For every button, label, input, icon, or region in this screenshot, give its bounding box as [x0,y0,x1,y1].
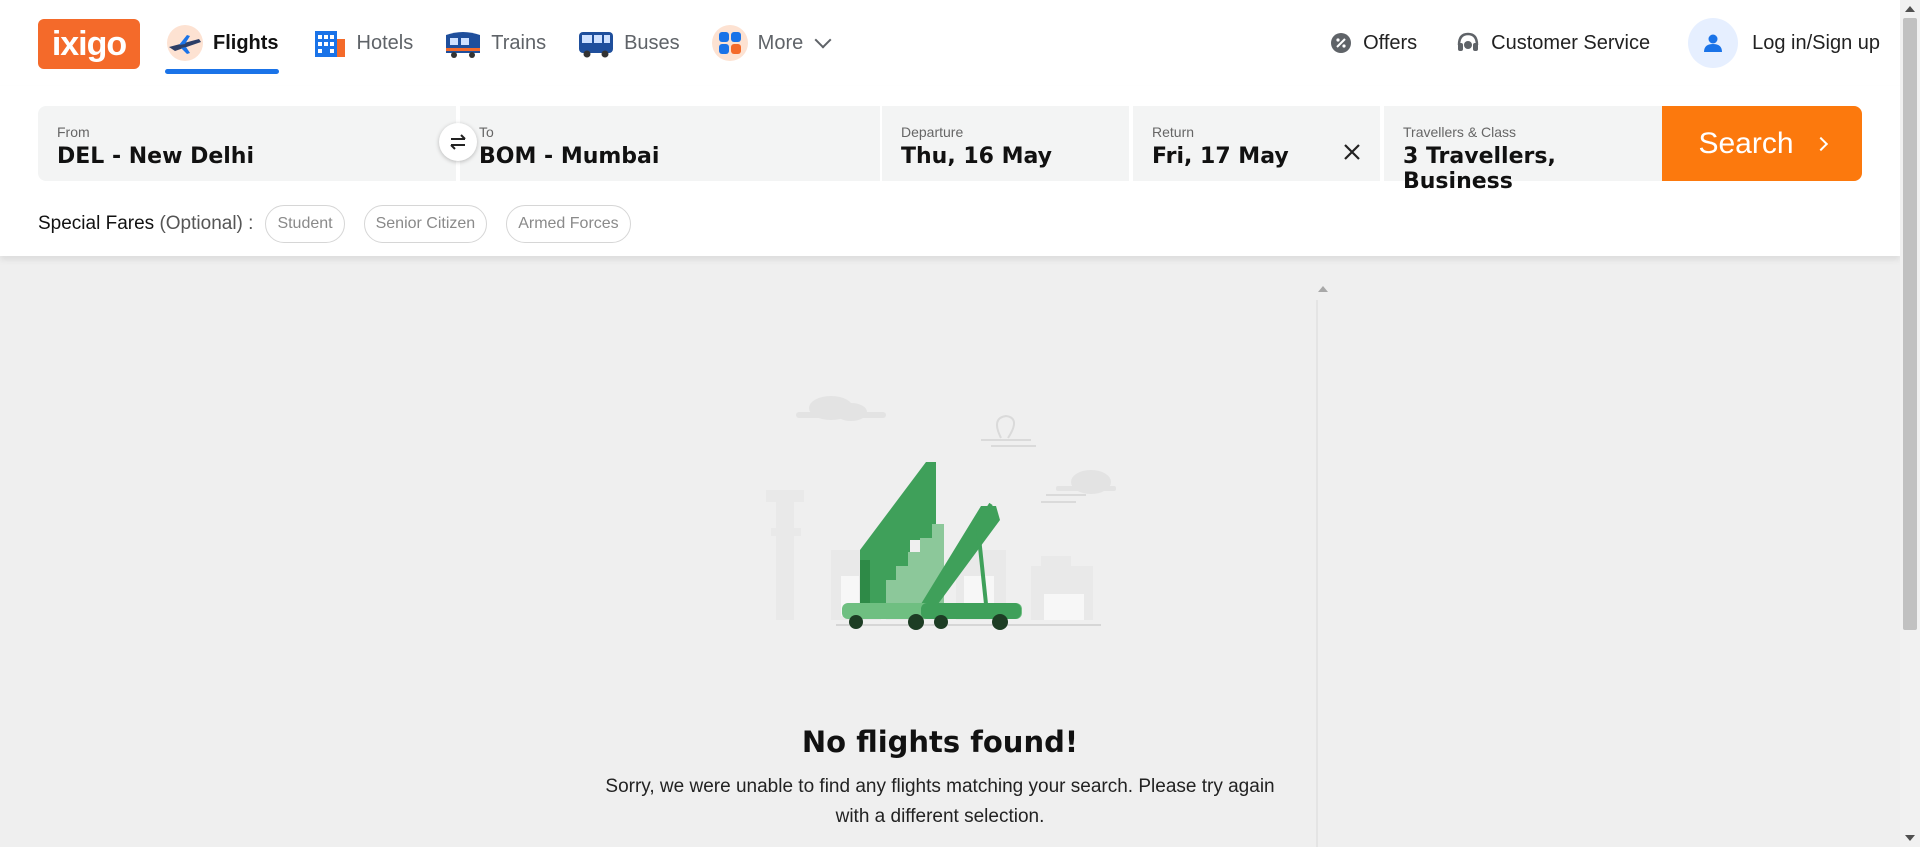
airport-stairs-illustration [756,390,1116,640]
fare-chip-student[interactable]: Student [265,205,345,243]
special-fares-label: Special Fares (Optional) : [38,213,254,234]
search-button[interactable]: Search [1662,106,1862,181]
search-panel: From DEL - New Delhi To BOM - Mumbai Dep… [0,86,1900,256]
return-date-field[interactable]: Return Fri, 17 May [1133,106,1380,181]
nav-trains[interactable]: Trains [443,0,546,86]
page-scrollbar[interactable] [1900,0,1920,847]
header-actions: Offers Customer Service Log in/Sign up [1291,0,1880,86]
scrollbar-thumb[interactable] [1903,18,1917,630]
grid-icon [710,23,750,63]
ixigo-logo[interactable]: ixigo [38,19,140,69]
special-fares: Special Fares (Optional) : Student Senio… [38,204,650,244]
from-field[interactable]: From DEL - New Delhi [38,106,456,181]
results-divider [1316,300,1318,847]
nav-flights[interactable]: Flights [165,0,279,86]
top-header: ixigo Flights Hotels Trains Buses More O… [0,0,1900,86]
train-icon [443,23,483,63]
fare-chip-senior-citizen[interactable]: Senior Citizen [363,205,488,243]
clear-return-close-icon[interactable] [1342,142,1362,162]
nav-more[interactable]: More [710,0,832,86]
discount-badge-icon [1329,31,1353,55]
swap-cities-icon[interactable] [439,123,477,161]
travellers-class-field[interactable]: Travellers & Class 3 Travellers, Busines… [1384,106,1662,194]
customer-service-link[interactable]: Customer Service [1455,30,1650,56]
offers-link[interactable]: Offers [1329,31,1417,55]
bus-icon [576,23,616,63]
headset-icon [1455,30,1481,56]
fare-chip-armed-forces[interactable]: Armed Forces [506,205,631,243]
departure-date-field[interactable]: Departure Thu, 16 May [882,106,1129,181]
to-field[interactable]: To BOM - Mumbai [460,106,880,181]
nav-hotels[interactable]: Hotels [309,0,413,86]
user-avatar-icon [1688,18,1739,68]
chevron-down-icon [814,31,832,49]
empty-state-message: Sorry, we were unable to find any flight… [605,776,1275,827]
scroll-up-arrow-icon[interactable] [1905,6,1915,12]
scroll-down-arrow-icon[interactable] [1905,835,1915,841]
chevron-right-icon [1813,136,1828,151]
login-signup-link[interactable]: Log in/Sign up [1688,18,1880,68]
main-nav: Flights Hotels Trains Buses More [165,0,859,86]
nav-buses[interactable]: Buses [576,0,680,86]
airplane-icon [165,23,205,63]
empty-state-title: No flights found! [801,725,1079,759]
results-scroll-up-icon[interactable] [1318,286,1328,292]
hotel-icon [309,23,349,63]
